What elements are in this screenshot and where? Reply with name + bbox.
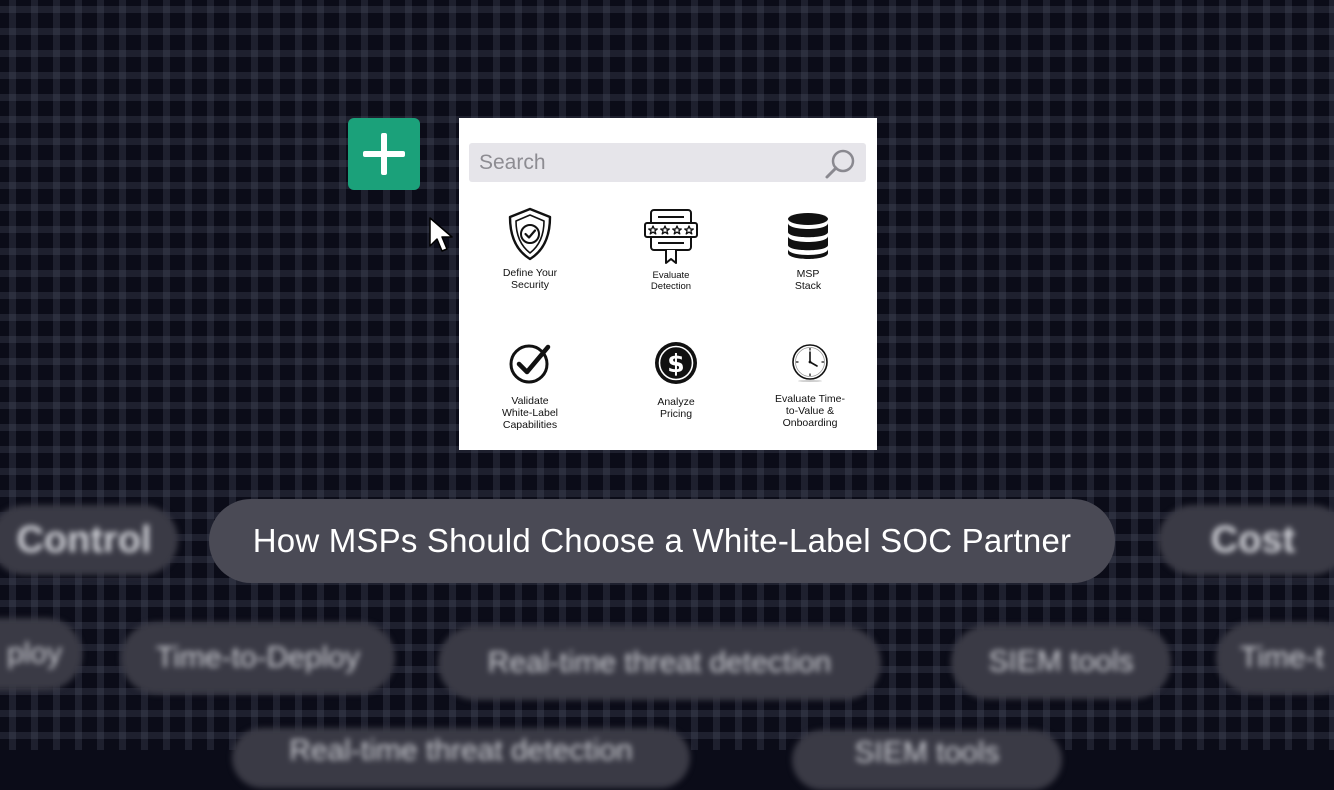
tag-pill: Real-time threat detection	[232, 728, 690, 788]
checkmark-circle-icon	[509, 344, 551, 384]
tag-pill: Control	[0, 505, 178, 575]
tag-pill: Time-t	[1216, 622, 1334, 694]
tag-label: SIEM tools	[854, 736, 1000, 769]
headline-text: How MSPs Should Choose a White-Label SOC…	[252, 522, 1072, 559]
tag-pill: ploy	[0, 618, 82, 690]
tag-pill: Time-to-Deploy	[121, 622, 395, 694]
tag-pill: SIEM tools	[951, 625, 1171, 699]
svg-text:$: $	[667, 349, 684, 378]
tag-label: Control	[16, 518, 152, 561]
add-button[interactable]	[348, 118, 420, 190]
search-bar	[469, 143, 866, 182]
tile-evaluate-detection[interactable]: Evaluate Detection	[611, 208, 731, 292]
tile-evaluate-onboarding[interactable]: Evaluate Time- to-Value & Onboarding	[750, 342, 870, 429]
tile-label: MSP Stack	[794, 268, 822, 292]
tag-pill: SIEM tools	[792, 730, 1062, 790]
tile-define-security[interactable]: Define Your Security	[470, 207, 590, 291]
database-stack-icon	[788, 213, 828, 259]
dollar-coin-icon: $	[655, 342, 697, 384]
tile-msp-stack[interactable]: MSP Stack	[748, 212, 868, 292]
headline-pill: How MSPs Should Choose a White-Label SOC…	[209, 499, 1115, 583]
tile-label: Evaluate Detection	[650, 270, 692, 292]
plus-icon	[363, 133, 405, 175]
clock-icon	[792, 344, 828, 382]
tag-label: SIEM tools	[988, 645, 1134, 678]
tag-label: ploy	[6, 637, 62, 670]
tile-label: Define Your Security	[502, 267, 558, 291]
tag-pill: Real-time threat detection	[438, 626, 881, 700]
search-input[interactable]	[469, 143, 809, 182]
tag-label: Time-to-Deploy	[156, 641, 360, 674]
tile-label: Evaluate Time- to-Value & Onboarding	[774, 393, 846, 429]
tile-label: Analyze Pricing	[657, 396, 695, 420]
tile-validate-capabilities[interactable]: Validate White-Label Capabilities	[470, 342, 590, 431]
search-icon[interactable]	[824, 147, 858, 181]
shield-check-icon	[508, 207, 552, 261]
tag-label: Real-time threat detection	[289, 734, 633, 767]
tag-label: Real-time threat detection	[487, 646, 832, 679]
tile-label: Validate White-Label Capabilities	[501, 395, 559, 431]
review-stars-certificate-icon	[644, 209, 698, 264]
tile-analyze-pricing[interactable]: $ Analyze Pricing	[616, 341, 736, 420]
mouse-pointer-icon	[429, 217, 453, 252]
tag-pill: Cost	[1158, 505, 1334, 575]
tag-label: Time-t	[1240, 641, 1324, 674]
tag-label: Cost	[1210, 518, 1296, 561]
tool-picker-panel: Define Your Security Evaluate Detection	[459, 118, 877, 450]
